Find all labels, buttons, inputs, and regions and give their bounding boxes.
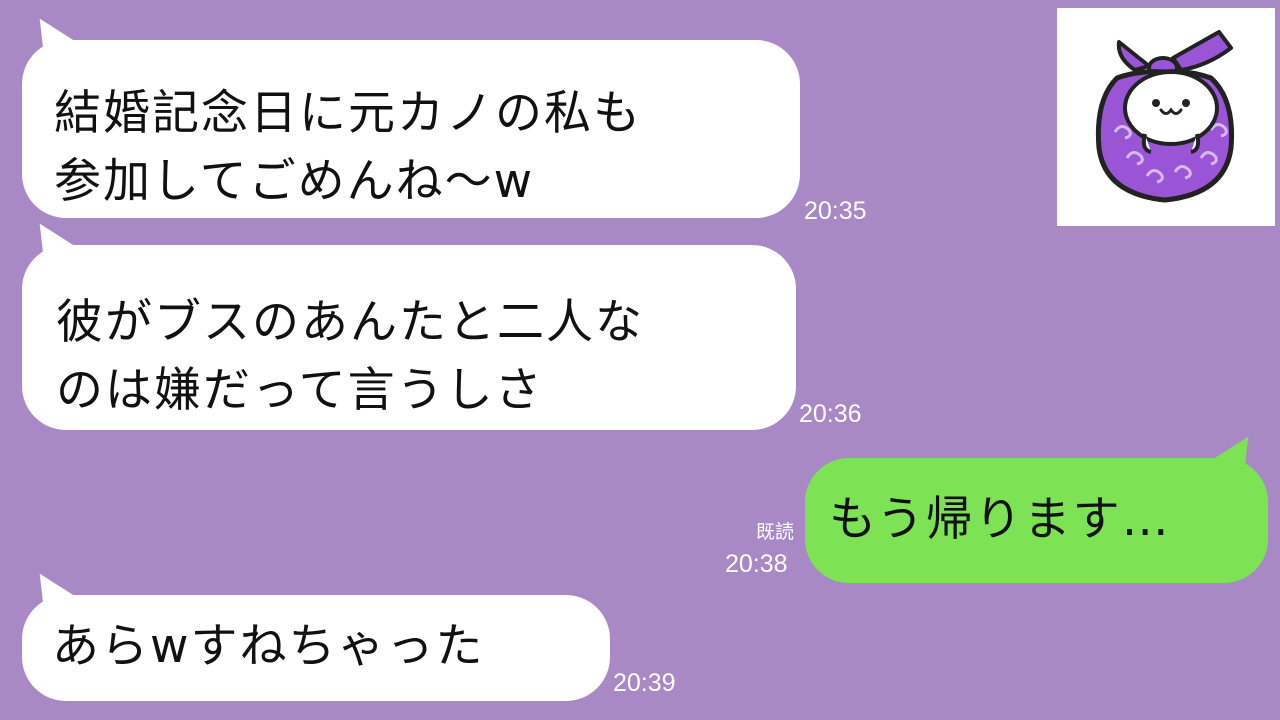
message-timestamp: 20:38: [725, 550, 788, 578]
message-text-line: のは嫌だって言うしさ: [56, 363, 544, 418]
message-text-line: 結婚記念日に元カノの私も: [54, 86, 642, 141]
incoming-message-bubble[interactable]: あらwすねちゃった: [22, 561, 610, 701]
message-text-line: 参加してごめんね～w: [54, 154, 535, 209]
message-timestamp: 20:35: [804, 197, 867, 225]
sticker-image[interactable]: [1057, 8, 1275, 226]
incoming-message-bubble[interactable]: 彼がブスのあんたと二人な のは嫌だって言うしさ: [22, 211, 796, 430]
chat-area[interactable]: 結婚記念日に元カノの私も 参加してごめんね～w 20:35 彼がブスのあんたと二…: [0, 0, 1280, 720]
message-timestamp: 20:39: [613, 669, 676, 697]
bubble-tail: [23, 6, 85, 68]
purple-bundle-character-icon: [1095, 30, 1235, 203]
message-text-line: あらwすねちゃった: [52, 619, 485, 674]
outgoing-message-bubble[interactable]: もう帰ります…: [805, 424, 1268, 583]
message-text-line: もう帰ります…: [829, 492, 1171, 547]
message-text-line: 彼がブスのあんたと二人な: [56, 295, 644, 350]
bubble-tail: [1203, 424, 1265, 486]
read-receipt: 既読: [756, 522, 795, 543]
bubble-tail: [23, 211, 85, 273]
message-timestamp: 20:36: [799, 400, 862, 428]
incoming-message-bubble[interactable]: 結婚記念日に元カノの私も 参加してごめんね～w: [22, 6, 800, 218]
